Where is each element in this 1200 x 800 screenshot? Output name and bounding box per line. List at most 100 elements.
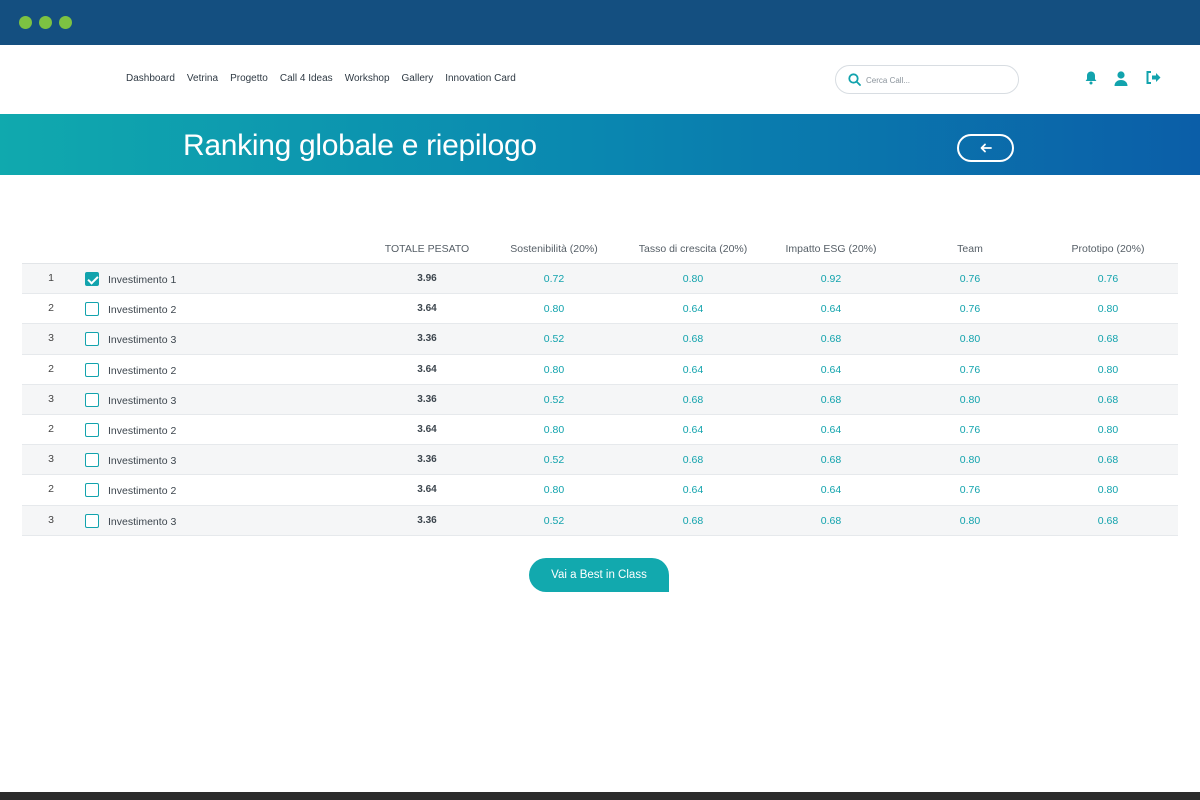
prototipo-score: 0.68 (1097, 333, 1119, 346)
team-score: 0.76 (959, 363, 981, 376)
row-checkbox[interactable] (85, 513, 99, 528)
table-row: 2 Investimento 2 3.64 0.80 0.64 0.64 0.76 0.80 (22, 475, 1178, 506)
nav-item-progetto[interactable]: Progetto (230, 73, 268, 84)
search-input[interactable] (866, 72, 1006, 88)
rank-number: 3 (48, 392, 54, 405)
prototipo-score: 0.80 (1097, 363, 1119, 376)
rank-number: 2 (48, 422, 54, 435)
sostenibilita-score: 0.80 (543, 363, 565, 376)
table-row: 2 Investimento 2 3.64 0.80 0.64 0.64 0.76 0.80 (22, 294, 1178, 325)
nav-item-vetrina[interactable]: Vetrina (187, 73, 218, 84)
investment-name: Investimento 2 (108, 304, 177, 317)
column-header-totale-pesato[interactable]: TOTALE PESATO (385, 243, 469, 255)
investment-name: Investimento 2 (108, 364, 177, 377)
totale-pesato-value: 3.64 (417, 484, 437, 496)
back-button[interactable] (957, 134, 1014, 162)
impatto-esg-score: 0.92 (820, 273, 842, 285)
investment-name: Investimento 2 (108, 424, 177, 437)
prototipo-score: 0.80 (1097, 423, 1119, 436)
nav-item-workshop[interactable]: Workshop (345, 73, 390, 84)
sostenibilita-score: 0.72 (543, 273, 565, 285)
table-row: 2 Investimento 2 3.64 0.80 0.64 0.64 0.76 0.80 (22, 415, 1178, 446)
window-dot-icon[interactable] (39, 16, 52, 29)
tasso-di-crescita-score: 0.68 (682, 393, 704, 406)
window-dot-icon[interactable] (19, 16, 32, 29)
column-header-team[interactable]: Team (957, 243, 983, 255)
impatto-esg-score: 0.64 (820, 423, 842, 436)
row-checkbox[interactable] (85, 362, 99, 377)
row-checkbox[interactable] (85, 422, 99, 437)
window-dot-icon[interactable] (59, 16, 72, 29)
prototipo-score: 0.68 (1097, 454, 1119, 467)
rank-number: 2 (48, 302, 54, 315)
row-checkbox[interactable] (85, 302, 99, 317)
team-score: 0.76 (959, 273, 981, 285)
column-header-prototipo[interactable]: Prototipo (20%) (1072, 243, 1145, 255)
totale-pesato-value: 3.96 (417, 273, 437, 284)
tasso-di-crescita-score: 0.80 (682, 273, 704, 285)
impatto-esg-score: 0.68 (820, 393, 842, 406)
team-score: 0.76 (959, 423, 981, 436)
sostenibilita-score: 0.52 (543, 333, 565, 346)
table-header: TOTALE PESATO Sostenibilità (20%) Tasso … (22, 240, 1178, 264)
row-checkbox[interactable] (85, 332, 99, 347)
table-row: 3 Investimento 3 3.36 0.52 0.68 0.68 0.80 0.68 (22, 505, 1178, 536)
investment-name: Investimento 3 (108, 334, 177, 347)
prototipo-score: 0.76 (1097, 273, 1119, 285)
team-score: 0.76 (959, 303, 981, 316)
nav-item-dashboard[interactable]: Dashboard (126, 73, 175, 84)
tasso-di-crescita-score: 0.64 (682, 423, 704, 436)
ranking-table: TOTALE PESATO Sostenibilità (20%) Tasso … (22, 240, 1178, 536)
row-checkbox[interactable] (85, 483, 99, 498)
totale-pesato-value: 3.36 (417, 333, 437, 345)
logout-icon[interactable] (1144, 69, 1162, 87)
table-row: 3 Investimento 3 3.36 0.52 0.68 0.68 0.80 0.68 (22, 324, 1178, 355)
page-header-banner: Ranking globale e riepilogo (0, 114, 1200, 175)
impatto-esg-score: 0.68 (820, 454, 842, 467)
best-in-class-button[interactable]: Vai a Best in Class (529, 558, 669, 592)
search-icon (848, 73, 861, 86)
investment-name: Investimento 1 (108, 274, 177, 286)
table-row: 3 Investimento 3 3.36 0.52 0.68 0.68 0.80 0.68 (22, 384, 1178, 415)
sostenibilita-score: 0.52 (543, 514, 565, 527)
column-header-impatto-esg[interactable]: Impatto ESG (20%) (785, 243, 876, 255)
sostenibilita-score: 0.52 (543, 454, 565, 467)
window-bottom-edge (0, 792, 1200, 800)
top-navbar: Dashboard Vetrina Progetto Call 4 Ideas … (0, 45, 1200, 114)
user-icon[interactable] (1112, 69, 1130, 87)
sostenibilita-score: 0.52 (543, 393, 565, 406)
tasso-di-crescita-score: 0.64 (682, 303, 704, 316)
rank-number: 3 (48, 513, 54, 526)
team-score: 0.76 (959, 484, 981, 497)
nav-item-call-4-ideas[interactable]: Call 4 Ideas (280, 73, 333, 84)
row-checkbox[interactable] (85, 453, 99, 468)
page-title: Ranking globale e riepilogo (183, 129, 537, 162)
totale-pesato-value: 3.36 (417, 454, 437, 466)
column-header-sostenibilita[interactable]: Sostenibilità (20%) (510, 243, 598, 255)
bell-icon[interactable] (1082, 69, 1100, 87)
tasso-di-crescita-score: 0.64 (682, 484, 704, 497)
sostenibilita-score: 0.80 (543, 303, 565, 316)
row-checkbox[interactable] (85, 272, 99, 286)
totale-pesato-value: 3.64 (417, 363, 437, 375)
tasso-di-crescita-score: 0.68 (682, 454, 704, 467)
row-checkbox[interactable] (85, 392, 99, 407)
window-titlebar (0, 0, 1200, 45)
investment-name: Investimento 3 (108, 394, 177, 407)
prototipo-score: 0.68 (1097, 393, 1119, 406)
impatto-esg-score: 0.64 (820, 303, 842, 316)
arrow-left-icon (980, 143, 992, 153)
impatto-esg-score: 0.64 (820, 484, 842, 497)
team-score: 0.80 (959, 333, 981, 346)
impatto-esg-score: 0.68 (820, 333, 842, 346)
column-header-tasso-di-crescita[interactable]: Tasso di crescita (20%) (639, 243, 748, 255)
rank-number: 3 (48, 332, 54, 345)
search-box (835, 65, 1019, 94)
sostenibilita-score: 0.80 (543, 484, 565, 497)
prototipo-score: 0.80 (1097, 303, 1119, 316)
tasso-di-crescita-score: 0.64 (682, 363, 704, 376)
nav-item-innovation-card[interactable]: Innovation Card (445, 73, 516, 84)
table-row: 2 Investimento 2 3.64 0.80 0.64 0.64 0.76 0.80 (22, 355, 1178, 385)
sostenibilita-score: 0.80 (543, 423, 565, 436)
nav-item-gallery[interactable]: Gallery (402, 73, 434, 84)
